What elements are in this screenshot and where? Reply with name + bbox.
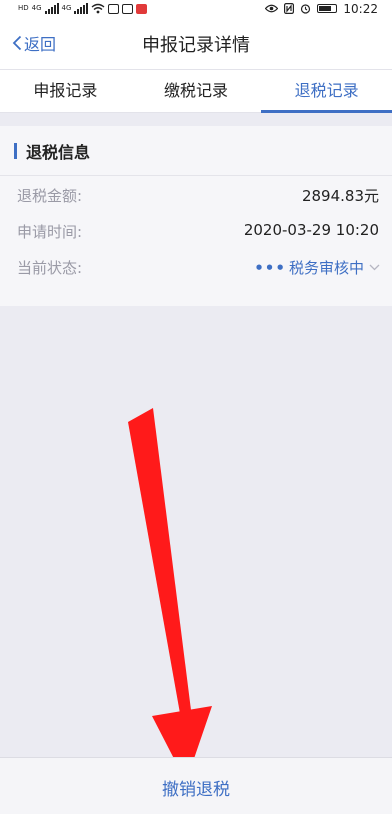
- signal-icon: [44, 3, 59, 14]
- refund-amount-value: 2894.83元: [301, 187, 379, 205]
- network-label-2: 4G: [61, 4, 72, 12]
- more-dots-icon: •••: [254, 258, 286, 277]
- chevron-down-icon: [369, 264, 380, 271]
- arrow-shaft-icon: [128, 408, 192, 719]
- tab-bar: 申报记录 缴税记录 退税记录: [0, 69, 392, 113]
- application-time-row: 申请时间: 2020-03-29 10:20: [0, 212, 392, 248]
- tab-declaration-records[interactable]: 申报记录: [0, 70, 131, 112]
- app-notification-icon: [108, 3, 120, 14]
- hd-label: HD: [18, 4, 29, 12]
- refund-amount-label: 退税金额:: [17, 187, 83, 205]
- annotation-arrow: [128, 408, 212, 782]
- refund-amount-row: 退税金额: 2894.83元: [0, 176, 392, 212]
- video-app-notification-icon: [136, 3, 148, 14]
- section-title: 退税信息: [26, 142, 91, 162]
- message-notification-icon: [122, 3, 134, 14]
- alarm-icon: [301, 4, 311, 14]
- refund-info-card: 退税信息 退税金额: 2894.83元 申请时间: 2020-03-29 10:…: [0, 126, 392, 306]
- cancel-refund-button[interactable]: 撤销退税: [0, 775, 392, 800]
- section-header: 退税信息: [0, 126, 392, 176]
- status-right: 10:22: [265, 0, 378, 17]
- application-time-value: 2020-03-29 10:20: [243, 221, 379, 239]
- current-status-value: 税务审核中: [288, 259, 364, 277]
- status-bar: HD 4G 4G 10:22: [0, 0, 392, 17]
- network-label-1: 4G: [31, 4, 42, 12]
- section-accent-bar: [14, 142, 17, 159]
- wifi-icon: [91, 3, 105, 14]
- tab-refund-records[interactable]: 退税记录: [261, 70, 392, 113]
- battery-icon: [317, 4, 338, 13]
- current-status-row: 当前状态: ••• 税务审核中: [0, 248, 392, 284]
- status-time: 10:22: [343, 1, 378, 16]
- tab-tax-payment-records[interactable]: 缴税记录: [131, 70, 262, 112]
- current-status-label: 当前状态:: [17, 259, 83, 277]
- page-title: 申报记录详情: [142, 35, 250, 56]
- bottom-action-bar: 撤销退税: [0, 757, 392, 814]
- eye-icon: [265, 4, 279, 13]
- signal-icon-2: [74, 3, 89, 14]
- application-time-label: 申请时间:: [17, 223, 83, 241]
- status-dropdown[interactable]: ••• 税务审核中: [254, 257, 380, 278]
- status-left: HD 4G 4G: [18, 1, 148, 16]
- nav-bar: 返回 申报记录详情: [0, 17, 392, 69]
- nfc-icon: [284, 3, 295, 14]
